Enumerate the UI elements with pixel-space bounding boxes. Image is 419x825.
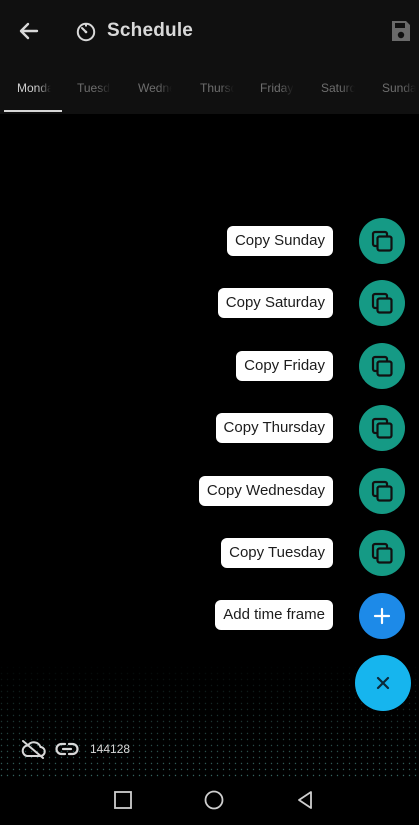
timer-icon bbox=[74, 19, 98, 43]
copy-wednesday-button[interactable] bbox=[359, 468, 405, 514]
copy-tuesday-label[interactable]: Copy Tuesday bbox=[221, 538, 333, 568]
tab-friday[interactable]: Friday bbox=[260, 80, 294, 96]
system-nav-bar bbox=[0, 777, 419, 825]
back-triangle-icon[interactable] bbox=[295, 790, 315, 815]
back-arrow-icon[interactable] bbox=[14, 16, 44, 46]
copy-icon bbox=[371, 417, 393, 439]
schedule-screen: Schedule Monday Tuesday Wednesday Thursd… bbox=[0, 0, 419, 825]
link-icon bbox=[55, 740, 79, 763]
day-tabs: Monday Tuesday Wednesday Thursday Friday… bbox=[0, 62, 419, 114]
add-time-frame-label[interactable]: Add time frame bbox=[215, 600, 333, 630]
copy-friday-label[interactable]: Copy Friday bbox=[236, 351, 333, 381]
tab-sunday[interactable]: Sunday bbox=[382, 80, 416, 96]
copy-thursday-button[interactable] bbox=[359, 405, 405, 451]
copy-wednesday-label[interactable]: Copy Wednesday bbox=[198, 476, 333, 506]
tab-saturday[interactable]: Saturday bbox=[321, 80, 355, 96]
tab-wednesday[interactable]: Wednesday bbox=[138, 80, 172, 96]
copy-icon bbox=[371, 542, 393, 564]
close-icon bbox=[376, 676, 390, 690]
connection-status-bar: 144128 bbox=[0, 730, 419, 768]
page-title: Schedule bbox=[107, 20, 194, 41]
copy-saturday-button[interactable] bbox=[359, 280, 405, 326]
copy-icon bbox=[371, 480, 393, 502]
active-tab-indicator bbox=[4, 110, 62, 112]
copy-friday-button[interactable] bbox=[359, 343, 405, 389]
home-icon[interactable] bbox=[203, 790, 225, 817]
close-speed-dial-button[interactable] bbox=[355, 655, 411, 711]
recent-apps-icon[interactable] bbox=[113, 790, 133, 815]
copy-icon bbox=[371, 292, 393, 314]
copy-sunday-button[interactable] bbox=[359, 218, 405, 264]
copy-icon bbox=[371, 355, 393, 377]
copy-tuesday-button[interactable] bbox=[359, 530, 405, 576]
tab-monday[interactable]: Monday bbox=[17, 80, 51, 96]
tab-tuesday[interactable]: Tuesday bbox=[77, 80, 111, 96]
app-bar: Schedule bbox=[0, 0, 419, 62]
copy-sunday-label[interactable]: Copy Sunday bbox=[226, 226, 333, 256]
copy-icon bbox=[371, 230, 393, 252]
device-count: 144128 bbox=[90, 742, 131, 756]
copy-thursday-label[interactable]: Copy Thursday bbox=[215, 413, 333, 443]
add-time-frame-button[interactable] bbox=[359, 593, 405, 639]
plus-icon bbox=[373, 607, 391, 625]
copy-saturday-label[interactable]: Copy Saturday bbox=[217, 288, 333, 318]
tab-thursday[interactable]: Thursday bbox=[200, 80, 234, 96]
cloud-off-icon bbox=[20, 739, 46, 764]
save-icon[interactable] bbox=[389, 18, 413, 44]
